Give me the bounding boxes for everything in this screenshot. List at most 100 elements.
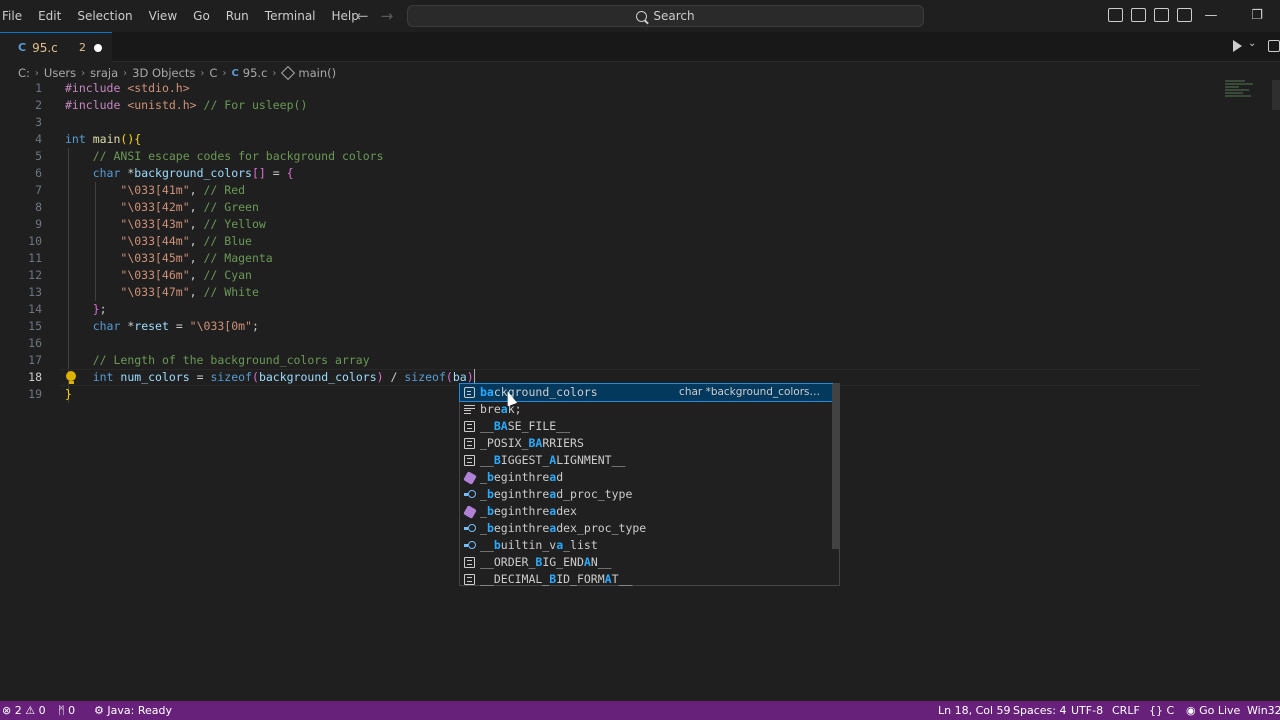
suggestion-item[interactable]: __builtin_va_list [460, 537, 832, 554]
suggestion-label: _beginthread [480, 470, 564, 484]
toggle-primary-sidebar-icon[interactable] [1108, 8, 1123, 22]
suggestion-item[interactable]: __ORDER_BIG_ENDAN__ [460, 554, 832, 571]
field-icon [464, 489, 476, 500]
breadcrumb-drive[interactable]: C: [18, 66, 30, 80]
suggestion-item[interactable]: _POSIX_BARRIERS [460, 435, 832, 452]
split-editor-icon[interactable] [1268, 40, 1280, 52]
run-icon[interactable] [1233, 40, 1242, 52]
restore-icon[interactable]: ❐ [1234, 0, 1280, 32]
suggestion-item[interactable]: __DECIMAL_BID_FORMAT__ [460, 571, 832, 588]
code-text: }; [92, 302, 107, 316]
menu-selection[interactable]: Selection [69, 0, 140, 32]
code-text: "\033[44m", // Blue [120, 234, 252, 248]
menu-terminal[interactable]: Terminal [257, 0, 324, 32]
code-text: "\033[47m", // White [120, 285, 259, 299]
code-line: 3 [0, 114, 1200, 131]
function-icon [463, 471, 477, 485]
suggestion-item[interactable]: __BASE_FILE__ [460, 418, 832, 435]
suggestion-label: _beginthreadex_proc_type [480, 521, 647, 535]
code-line: 12 "\033[46m", // Cyan [0, 267, 1200, 284]
code-line: 9 "\033[43m", // Yellow [0, 216, 1200, 233]
editor-scrollbar[interactable] [1272, 80, 1280, 110]
breadcrumb-users[interactable]: Users [44, 66, 76, 80]
window-controls: — ❐ [1188, 0, 1280, 32]
suggestion-item[interactable]: _beginthread_proc_type [460, 486, 832, 503]
code-text: } [65, 387, 72, 401]
unsaved-dot-icon[interactable] [94, 44, 102, 52]
breadcrumb-file[interactable]: 95.c [243, 66, 268, 80]
line-number: 4 [35, 132, 42, 146]
menu-file[interactable]: File [0, 0, 30, 32]
platform-status[interactable]: Win32 [1247, 701, 1280, 720]
breadcrumb-3d-objects[interactable]: 3D Objects [132, 66, 195, 80]
breadcrumb-c-folder[interactable]: C [209, 66, 217, 80]
line-number: 15 [28, 319, 42, 333]
text-cursor [473, 369, 475, 383]
code-line: 14 }; [0, 301, 1200, 318]
encoding-status[interactable]: UTF-8 [1071, 701, 1103, 720]
go-live-button[interactable]: ◉ Go Live [1186, 701, 1240, 720]
line-number: 6 [35, 166, 42, 180]
indentation-status[interactable]: Spaces: 4 [1013, 701, 1066, 720]
code-text: "\033[45m", // Magenta [120, 251, 273, 265]
menu-run[interactable]: Run [218, 0, 257, 32]
line-number: 5 [35, 149, 42, 163]
cursor-position[interactable]: Ln 18, Col 59 [938, 701, 1011, 720]
problems-status[interactable]: ⊗ 2 ⚠ 0 [2, 701, 46, 720]
menu-edit[interactable]: Edit [30, 0, 69, 32]
tab-filename: 95.c [32, 40, 58, 55]
minimap[interactable] [1225, 80, 1275, 120]
tab-problem-count: 2 [79, 41, 86, 54]
code-text: "\033[41m", // Red [120, 183, 246, 197]
menu-view[interactable]: View [141, 0, 185, 32]
code-text: // ANSI escape codes for background colo… [92, 149, 384, 163]
code-text: char *reset = "\033[0m"; [92, 319, 259, 333]
command-center-search[interactable]: Search [407, 5, 924, 27]
suggestion-label: _POSIX_BARRIERS [480, 436, 584, 450]
line-number: 18 [28, 370, 42, 384]
code-line: 8 "\033[42m", // Green [0, 199, 1200, 216]
suggestion-scrollbar[interactable] [832, 384, 840, 549]
function-cube-icon [281, 65, 296, 81]
breadcrumb-sraja[interactable]: sraja [90, 66, 118, 80]
code-text: "\033[46m", // Cyan [120, 268, 252, 282]
code-line: 6 char *background_colors[] = { [0, 165, 1200, 182]
toggle-panel-icon[interactable] [1131, 8, 1146, 22]
suggestion-item[interactable]: _beginthreadex_proc_type [460, 520, 832, 537]
layout-controls [1108, 8, 1192, 22]
line-number: 13 [28, 285, 42, 299]
line-number: 19 [28, 387, 42, 401]
eol-status[interactable]: CRLF [1112, 701, 1140, 720]
search-icon [636, 10, 648, 22]
line-number: 3 [35, 115, 42, 129]
breadcrumb-symbol[interactable]: main() [298, 66, 336, 80]
suggestion-item[interactable]: break; [460, 401, 832, 418]
menu-go[interactable]: Go [185, 0, 218, 32]
warning-count: 0 [38, 704, 46, 717]
suggestion-detail: char *background_colors… [679, 386, 820, 398]
text-icon [464, 455, 475, 466]
minimize-icon[interactable]: — [1188, 0, 1234, 32]
forward-arrow-icon[interactable]: → [381, 6, 394, 26]
error-count: 2 [14, 704, 22, 717]
editor-tab-bar: C 95.c 2 [0, 32, 1280, 62]
autocomplete-suggestions: background_colors char *background_color… [459, 383, 840, 586]
back-arrow-icon[interactable]: ← [356, 6, 369, 26]
java-status-label: Java: Ready [107, 704, 172, 717]
tab-95-c[interactable]: C 95.c 2 [0, 32, 112, 62]
text-icon [464, 574, 475, 585]
run-dropdown-chevron-icon[interactable]: ⌄ [1248, 38, 1256, 49]
suggestion-item[interactable]: _beginthreadex [460, 503, 832, 520]
language-status[interactable]: {} C [1149, 701, 1174, 720]
java-status[interactable]: ⚙ Java: Ready [94, 701, 172, 720]
suggestion-label: _beginthread_proc_type [480, 487, 633, 501]
suggestion-item[interactable]: __BIGGEST_ALIGNMENT__ [460, 452, 832, 469]
ports-status[interactable]: ᛗ 0 [58, 701, 75, 720]
toggle-secondary-sidebar-icon[interactable] [1154, 8, 1169, 22]
function-icon [463, 505, 477, 519]
suggestion-item[interactable]: _beginthread [460, 469, 832, 486]
suggestion-label: __builtin_va_list [480, 538, 598, 552]
chevron-right-icon: › [81, 67, 86, 79]
suggestion-label: __ORDER_BIG_ENDAN__ [480, 555, 612, 569]
braces-icon: {} [1149, 704, 1163, 717]
